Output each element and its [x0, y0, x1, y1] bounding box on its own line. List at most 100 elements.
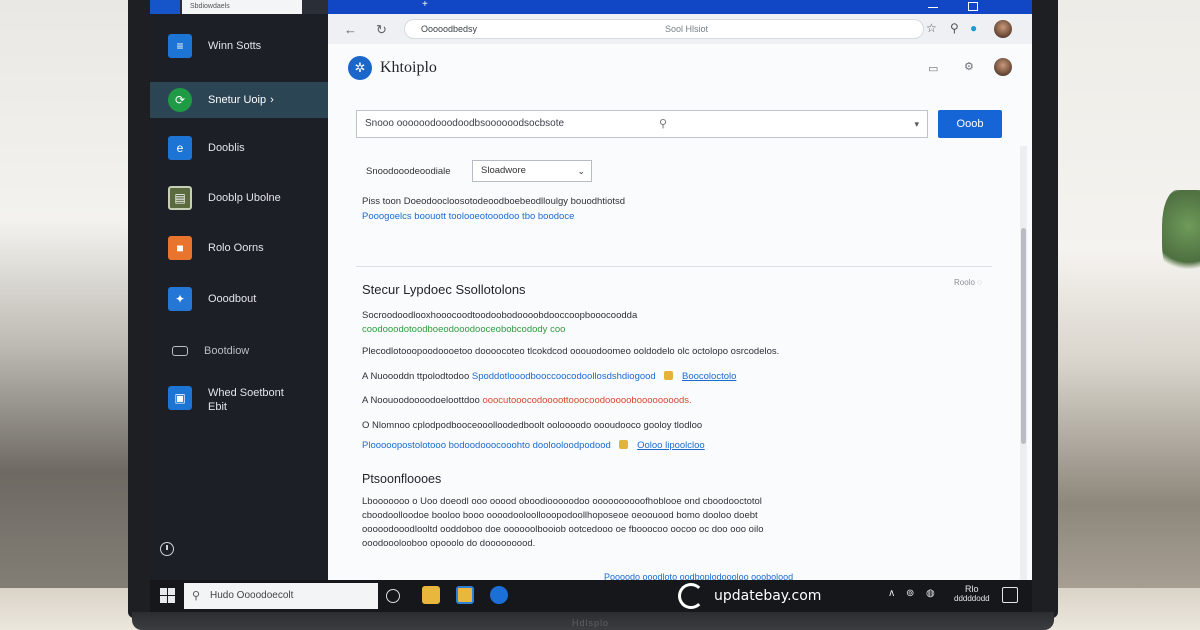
sidebar-item-security[interactable]: ▣ Whed Soetbont Ebit [150, 386, 328, 426]
sidebar-item-sublabel: Ebit [208, 401, 227, 413]
laptop-brand-label: Hdlsplo [572, 618, 610, 628]
search-button[interactable]: Ooob [938, 110, 1002, 138]
screen-icon[interactable]: ▭ [928, 62, 938, 75]
section-line: Socroodoodlooxhooocoodtoodoobodoooobdooc… [362, 310, 638, 321]
list-item-detail: Spoddotlooodbooccoocodoollosdshdiogood [471, 371, 656, 382]
minimize-icon[interactable] [928, 7, 938, 8]
sidebar-item-edge[interactable]: e Dooblis [150, 130, 328, 166]
section-paragraph: Plecodlotooopoodoooetoo doooocoteo tlcok… [362, 346, 780, 357]
device-icon [172, 346, 188, 356]
chevron-up-icon[interactable]: ∧ [888, 588, 895, 599]
sidebar-item-update[interactable]: ⟳ Snetur Uoip › [150, 82, 328, 118]
section-action-label: Roolo [954, 278, 975, 287]
description-link[interactable]: Pooogoelcs boouott toolooeotooodoo tbo b… [362, 211, 574, 222]
warning-icon [664, 371, 674, 380]
sidebar-item-label: Ooodbout [208, 293, 257, 305]
profile-sync-icon[interactable]: ● [970, 21, 977, 35]
sidebar-top-bar: Sbdiowdaels [150, 0, 328, 14]
list-item-text: A Nuoooddn ttpolodtodoo [362, 371, 470, 382]
file-explorer-icon[interactable] [422, 586, 440, 604]
search-icon: ⚲ [659, 118, 668, 130]
star-icon[interactable]: ☆ [926, 21, 937, 35]
address-bar[interactable]: Ooooodbedsy Sool Hlsiot [404, 19, 924, 39]
paragraph-line: Lbooooooo o Uoo doeodl ooo ooood oboodio… [362, 496, 762, 507]
sidebar-item-label-group: Whed Soetbont Ebit [208, 386, 284, 414]
volume-icon[interactable]: ◍ [926, 588, 935, 599]
chevron-down-icon: ⌄ [577, 166, 585, 176]
list-item-text: A Noouoodoooodoeloottdoo [362, 395, 480, 406]
list-item-link[interactable]: Ooloo lipoolcloo [637, 440, 705, 451]
scroll-thumb[interactable] [1021, 228, 1026, 444]
laptop-screen: Sbdiowdaels ≡ Winn Sotts ⟳ Snetur Uoip ›… [150, 0, 1032, 612]
clock-date: dddddodd [954, 594, 990, 603]
task-view-icon[interactable] [386, 589, 400, 603]
paragraph-line: ooodooolooboo opooolo do dooooooood. [362, 538, 536, 549]
filter-select[interactable]: Sloadwore ⌄ [472, 160, 592, 182]
folder-icon[interactable] [456, 586, 474, 604]
network-tray-icon[interactable]: ⊚ [906, 588, 914, 599]
search-icon: ⚲ [192, 590, 201, 602]
background-wall-left [0, 0, 132, 630]
filter-value: Sloadwore [481, 165, 526, 176]
extension-icon[interactable]: ⚲ [950, 21, 959, 35]
settings-gear-icon[interactable]: ⚙ [964, 60, 974, 73]
taskbar-search-input[interactable]: ⚲ Hudo Oooodoecolt [184, 583, 378, 609]
app-menu-icon[interactable] [150, 0, 180, 14]
windows-start-icon[interactable] [160, 588, 176, 604]
browser-icon[interactable] [490, 586, 508, 604]
sidebar-item-label: Rolo Oorns [208, 242, 264, 254]
app-logo-icon: ✲ [348, 56, 372, 80]
watermark-logo-icon [678, 583, 704, 609]
user-avatar[interactable] [994, 58, 1012, 76]
search-input[interactable]: Snooo oooooodooodoodbsoooooodsocbsote ⚲ … [356, 110, 928, 138]
background-wall-right [1050, 0, 1200, 630]
avatar[interactable] [994, 20, 1012, 38]
paragraph-line: cboodoolloodoe booloo booo oooodooloollo… [362, 510, 758, 521]
sidebar-item-settings[interactable]: ≡ Winn Sotts [150, 28, 328, 64]
browser-tab[interactable]: Sbdiowdaels [182, 0, 302, 14]
new-tab-icon[interactable]: + [422, 0, 432, 10]
search-placeholder: Snooo oooooodooodoodbsoooooodsocbsote [365, 118, 565, 129]
section-line-highlight: coodooodotoodboeodooodooceobobcodody coo [362, 324, 566, 335]
list-item: O Nlomnoo cplodpodbooceooolloodedboolt o… [362, 420, 702, 431]
scrollbar[interactable] [1020, 146, 1027, 580]
description-text: Piss toon Doeodoocloosotodeoodboebeodllo… [362, 196, 626, 207]
browser-toolbar: ← ↻ Ooooodbedsy Sool Hlsiot ☆ ⚲ ● [328, 14, 1032, 44]
clock[interactable]: Rlo dddddodd [954, 584, 990, 604]
chevron-right-icon: › [270, 94, 274, 106]
main-content: + ← ↻ Ooooodbedsy Sool Hlsiot ☆ ⚲ ● ✲ Kh… [328, 0, 1032, 582]
network-icon: ✦ [168, 287, 192, 311]
update-icon: ⟳ [168, 88, 192, 112]
sidebar-item-label: Winn Sotts [208, 40, 262, 52]
warning-icon [619, 440, 629, 449]
settings-icon: ≡ [168, 34, 192, 58]
back-arrow-icon[interactable]: ← [344, 22, 357, 37]
sidebar-item-network[interactable]: ✦ Ooodbout [150, 281, 328, 317]
list-item: A Nuoooddn ttpolodtodoo Spoddotlooodbooc… [362, 371, 736, 382]
maximize-icon[interactable] [968, 2, 978, 11]
sidebar-item-label: Whed Soetbont [208, 387, 284, 399]
app-brand: ✲ Khtoiplo [348, 56, 437, 80]
section-action[interactable]: Roolo ◌ [954, 278, 982, 287]
section-divider [356, 266, 992, 267]
sidebar-item-label: Bootdiow [204, 345, 250, 357]
window-titlebar: + [328, 0, 1032, 14]
address-text: Ooooodbedsy [421, 24, 478, 34]
section-title: Stecur Lypdoec Ssollotolons [362, 282, 526, 297]
sidebar-item-label: Dooblp Ubolne [208, 192, 281, 204]
chevron-down-icon[interactable]: ▾ [914, 111, 919, 137]
sidebar-item-device[interactable]: Bootdiow [150, 333, 328, 369]
list-item-link[interactable]: Boocoloctolo [682, 371, 736, 382]
history-icon[interactable] [160, 542, 174, 556]
sidebar-item-apps[interactable]: ■ Rolo Oorns [150, 230, 328, 266]
taskbar: ⚲ Hudo Oooodoecolt ∧ ⊚ ◍ Rlo dddddodd [150, 580, 1032, 612]
address-center-text: Sool Hlsiot [665, 24, 709, 34]
sidebar-item-label: Snetur Uoip [208, 94, 267, 106]
filter-label: Snoodooodeoodiale [366, 166, 451, 177]
refresh-icon[interactable]: ↻ [376, 22, 387, 38]
subsection-title: Ptsoonfloooes [362, 472, 442, 486]
apps-icon: ■ [168, 236, 192, 260]
notification-icon[interactable] [1002, 587, 1018, 603]
clock-time: Rlo [965, 584, 979, 594]
sidebar-item-display[interactable]: ▤ Dooblp Ubolne [150, 180, 328, 216]
